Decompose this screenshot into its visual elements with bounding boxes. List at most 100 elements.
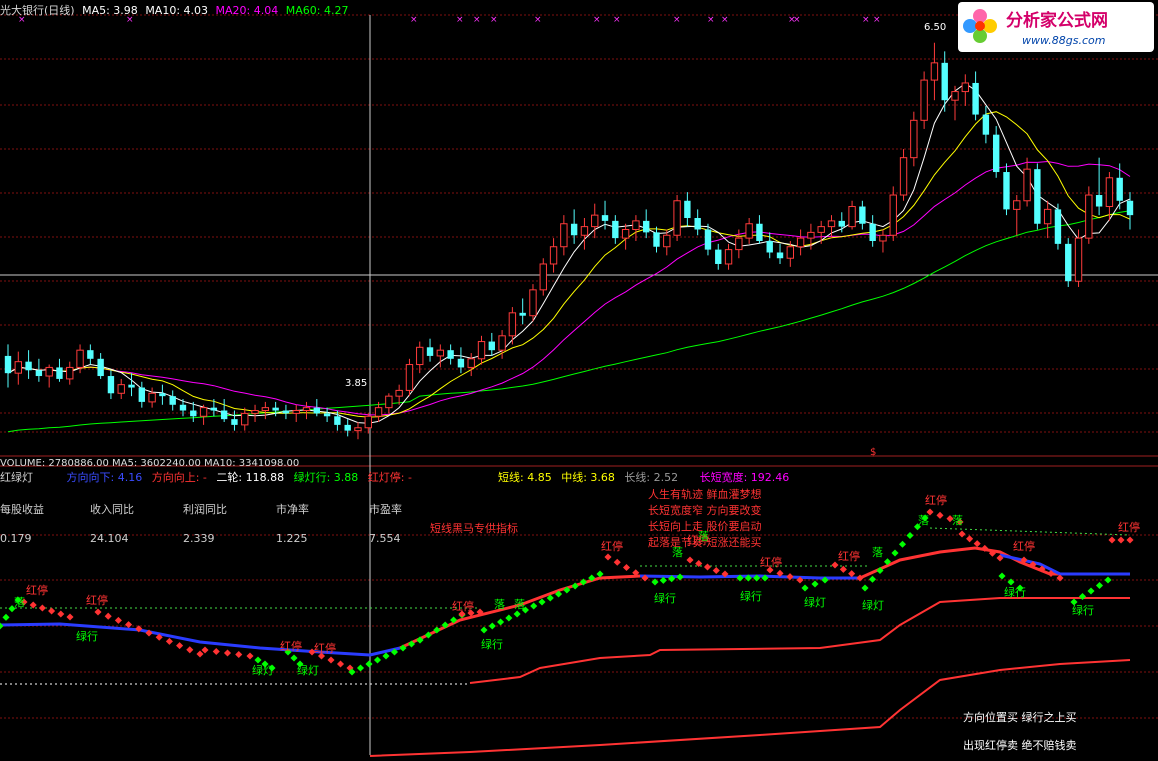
candle-body <box>436 349 445 357</box>
red-signal-dot <box>848 570 856 578</box>
green-signal-dot <box>998 572 1006 580</box>
red-stop-label: 红停 <box>925 493 947 507</box>
red-signal-dot <box>223 649 232 657</box>
candle-body <box>601 215 609 221</box>
candle-body <box>827 220 836 228</box>
candle-body <box>231 419 238 425</box>
green-light-label: 绿灯 <box>862 598 884 612</box>
footer-note-1: 方向位置买 绿行之上买 <box>963 711 1077 724</box>
green-signal-dot <box>356 664 365 672</box>
candle-body <box>344 424 351 431</box>
candle-body <box>1043 208 1052 225</box>
ma60-value: MA60: 4.27 <box>285 4 349 17</box>
candle-body <box>612 220 619 239</box>
candle-body <box>323 413 331 417</box>
green-signal-dot <box>373 656 382 664</box>
candle-body <box>663 234 671 248</box>
candle-body <box>930 62 939 81</box>
event-marker: × <box>456 15 464 25</box>
candle-body <box>45 366 53 377</box>
red-stop-label: 红停 <box>26 583 48 597</box>
green-signal-dot <box>382 652 390 660</box>
candle-body <box>76 349 84 368</box>
green-light-label: 绿灯 <box>804 595 826 609</box>
fundamental-header: 每股收益 <box>0 503 44 516</box>
red-stop-label: 红停 <box>1118 520 1140 534</box>
candle-body <box>591 214 599 228</box>
candle-body <box>354 427 362 432</box>
fundamental-header: 市盈率 <box>369 503 402 516</box>
red-signal-dot <box>186 646 194 654</box>
candle-body <box>899 157 908 196</box>
green-go-label: 绿行 <box>1004 585 1026 599</box>
red-signal-dot <box>686 556 694 564</box>
long-short-width-value: 长短宽度: 192.46 <box>699 471 790 484</box>
kline-chart: × × × × × × × × × × × × ×× × ×$红停红停红停 红停红停红停 红停红停 红停红停红停红… <box>0 14 1158 757</box>
red-signal-dot <box>246 652 254 660</box>
candle-body <box>179 404 187 411</box>
red-signal-dot <box>196 650 204 658</box>
red-stop-label: 红停 <box>314 641 336 655</box>
candle-body <box>138 387 146 402</box>
green-signal-dot <box>1087 587 1095 595</box>
candle-body <box>302 407 311 412</box>
green-signal-dot <box>801 584 809 592</box>
candle-body <box>261 407 270 412</box>
candle-body <box>220 410 228 420</box>
candle-body <box>87 350 94 359</box>
fundamental-header: 收入同比 <box>90 503 134 516</box>
candle-body <box>817 226 825 233</box>
poem-line: 人生有轨迹 鲜血灌梦想 <box>648 488 762 501</box>
candle-body <box>1013 200 1021 210</box>
red-signal-dot <box>613 558 621 566</box>
fundamental-value: 24.104 <box>90 532 129 545</box>
green-signal-dot <box>513 610 521 618</box>
ma5-line <box>7 82 1131 424</box>
red-signal-dot <box>712 566 720 575</box>
fundamental-value: 1.225 <box>276 532 308 545</box>
red-signal-dot <box>201 646 209 654</box>
candle-body <box>128 384 135 388</box>
red-signal-dot <box>327 656 335 664</box>
candle-body <box>35 370 43 377</box>
red-signal-dot <box>973 540 981 548</box>
candle-body <box>632 220 640 231</box>
candle-body <box>879 234 887 242</box>
candle-body <box>653 232 660 247</box>
ma10-value: MA10: 4.03 <box>145 4 209 17</box>
candle-body <box>498 335 506 351</box>
mid-line-value: 中线: 3.68 <box>561 471 615 484</box>
candle-body <box>796 237 805 248</box>
red-signal-dot <box>212 647 220 656</box>
red-stop-label: 红停 <box>838 549 860 563</box>
indicator-lines: 短线: 4.85 中线: 3.68 长线: 2.52 长短宽度: 192.46 <box>498 469 789 485</box>
high-marker: 6.50 <box>924 22 947 33</box>
candle-body <box>272 407 279 411</box>
candle-body <box>66 366 74 380</box>
candle-body <box>838 220 845 227</box>
candle-body <box>1116 177 1123 201</box>
green-signal-dot <box>497 618 505 626</box>
red-signal-dot <box>48 607 56 615</box>
candle-body <box>426 347 434 356</box>
green-signal-dot <box>505 614 513 622</box>
volume-readout: VOLUME: 2780886.00 MA5: 3602240.00 MA10:… <box>0 458 300 467</box>
green-signal-dot <box>906 531 914 540</box>
red-signal-dot <box>604 553 612 561</box>
stock-title: 光大银行(日线) <box>0 4 75 17</box>
candle-body <box>313 407 320 414</box>
candle-body <box>1065 243 1072 282</box>
candle-body <box>97 358 104 377</box>
red-signal-dot <box>936 511 944 519</box>
short-line-value: 短线: 4.85 <box>498 471 552 484</box>
red-signal-dot <box>336 660 345 668</box>
green-light-label: 绿灯 <box>252 663 274 677</box>
dividend-marker: $ <box>870 447 876 458</box>
red-signal-dot <box>235 650 243 659</box>
event-marker: × <box>613 15 621 25</box>
candle-body <box>951 91 959 101</box>
candle-body <box>374 407 383 417</box>
red-stop-label: 红停 <box>760 555 782 569</box>
candle-body <box>621 229 630 239</box>
candle-body <box>539 263 547 291</box>
